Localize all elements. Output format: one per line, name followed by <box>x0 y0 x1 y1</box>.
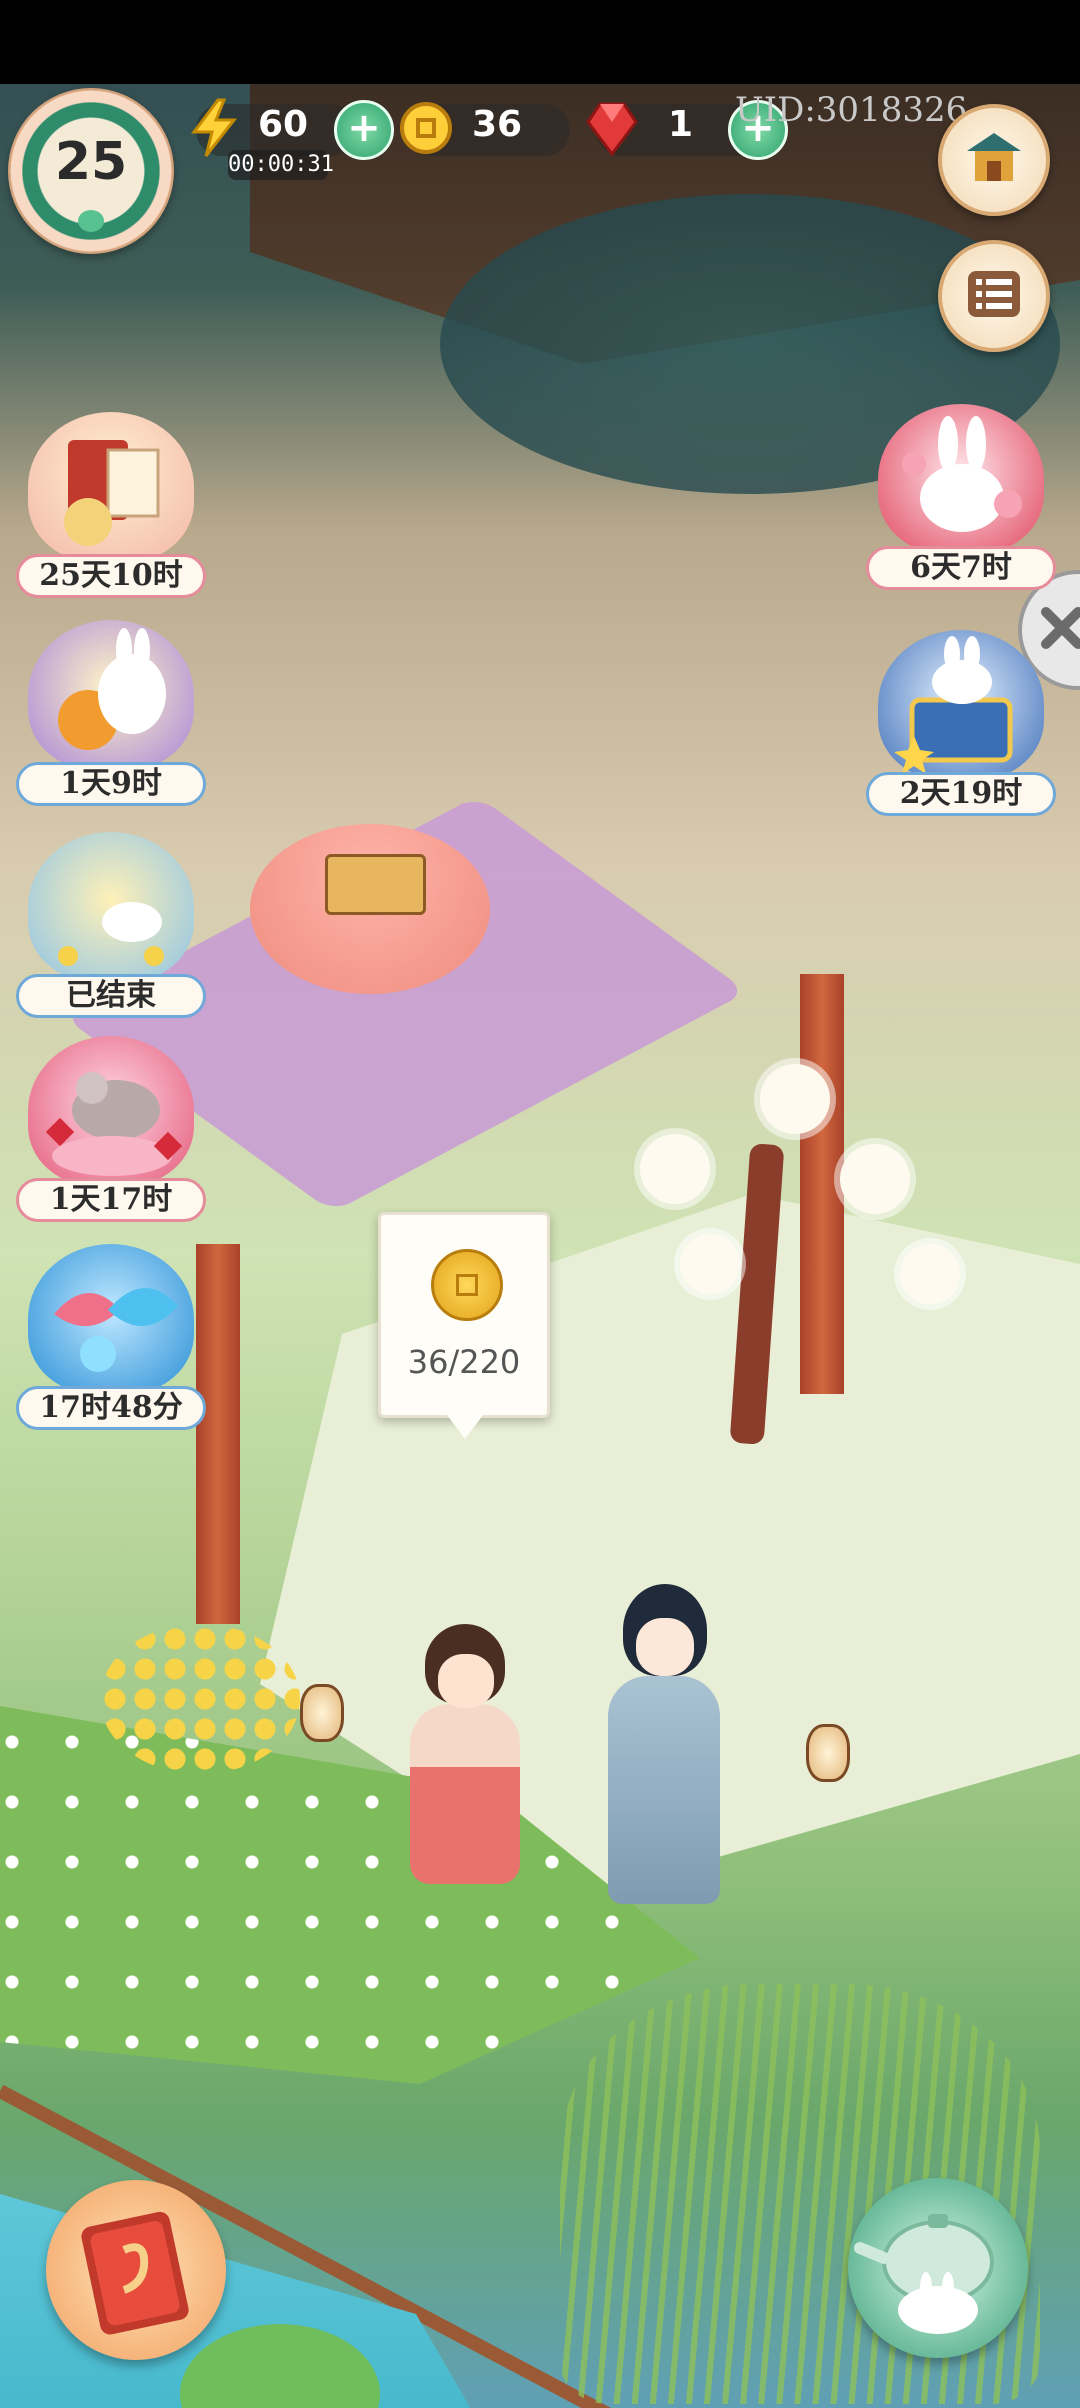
blossom <box>640 1134 710 1204</box>
event-timer-label: 2天19时 <box>866 772 1056 816</box>
rabbit-blossom-icon <box>878 404 1044 554</box>
event-timer-label: 6天7时 <box>866 546 1056 590</box>
event-rabbit-blossom[interactable]: 6天7时 <box>866 404 1056 594</box>
event-timer-label: 已结束 <box>16 974 206 1018</box>
rabbit-moon-icon <box>28 832 194 982</box>
event-timer-label: 17时48分 <box>16 1386 206 1430</box>
game-screen: 36/220 25 60 00:00:31 + 36 1 + UID:30183… <box>0 0 1080 2408</box>
scroll-letter-icon <box>28 412 194 562</box>
teapot-rabbit-icon <box>848 2214 1028 2362</box>
rabbit-treasure-chest-icon <box>878 630 1044 780</box>
blossom <box>840 1144 910 1214</box>
event-timer-label: 1天17时 <box>16 1178 206 1222</box>
scholar-face <box>636 1618 694 1676</box>
chinchilla-icon <box>28 1036 194 1186</box>
player-level: 25 <box>54 132 128 192</box>
red-pillar <box>800 974 844 1394</box>
event-rabbit-moon[interactable]: 已结束 <box>16 832 206 1022</box>
event-koi-fish[interactable]: 17时48分 <box>16 1244 206 1434</box>
blossom <box>900 1244 960 1304</box>
event-scroll-letter[interactable]: 25天10时 <box>16 412 206 602</box>
energy-timer: 00:00:31 <box>228 150 334 180</box>
koi-fish-icon <box>28 1244 194 1394</box>
list-menu-icon <box>964 267 1024 325</box>
coin-icon <box>431 1249 503 1321</box>
event-timer-label: 25天10时 <box>16 554 206 598</box>
tea-house-button[interactable] <box>848 2178 1028 2358</box>
garden-lantern <box>806 1724 850 1782</box>
energy-value: 60 <box>258 104 309 145</box>
status-bar <box>0 0 1080 84</box>
event-timer-label: 1天9时 <box>16 762 206 806</box>
event-rabbit-lantern[interactable]: 1天9时 <box>16 620 206 810</box>
coin-icon <box>398 100 454 156</box>
scholar-character[interactable] <box>598 1584 728 1904</box>
go-table[interactable] <box>250 824 490 994</box>
gem-value: 1 <box>668 104 694 145</box>
garden-lantern <box>300 1684 344 1742</box>
lightning-icon <box>186 98 242 157</box>
handbook-button[interactable] <box>46 2180 226 2360</box>
coin-collect-tooltip[interactable]: 36/220 <box>378 1212 550 1439</box>
shop-button[interactable] <box>938 104 1050 216</box>
girl-body <box>410 1704 520 1884</box>
coin-collect-count: 36/220 <box>407 1343 521 1381</box>
shop-pavilion-icon <box>961 125 1027 195</box>
coin-value: 36 <box>472 104 523 145</box>
forsythia-bush <box>100 1624 300 1774</box>
rabbit-lantern-icon <box>28 620 194 770</box>
girl-face <box>438 1654 494 1708</box>
menu-button[interactable] <box>938 240 1050 352</box>
event-chinchilla[interactable]: 1天17时 <box>16 1036 206 1226</box>
scholar-body <box>608 1676 720 1904</box>
add-energy-button[interactable]: + <box>334 100 394 160</box>
ruby-icon <box>584 100 640 156</box>
red-book-icon <box>46 2211 226 2364</box>
player-level-badge[interactable]: 25 <box>8 88 174 254</box>
blossom <box>760 1064 830 1134</box>
player-uid: UID:3018326 <box>735 90 968 130</box>
girl-character[interactable] <box>400 1624 530 1884</box>
level-gem-icon <box>78 210 104 232</box>
event-rabbit-treasure[interactable]: 2天19时 <box>866 630 1056 820</box>
blossom <box>680 1234 740 1294</box>
